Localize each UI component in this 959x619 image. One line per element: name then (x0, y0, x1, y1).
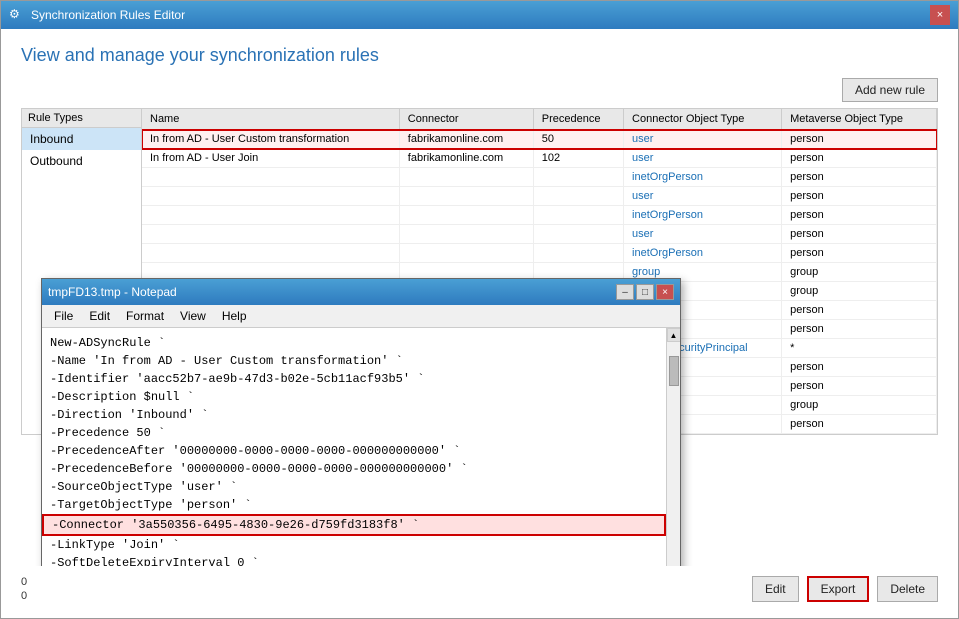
notepad-window: tmpFD13.tmp - Notepad – □ × File Edit Fo… (41, 278, 681, 566)
col-precedence: Precedence (533, 109, 623, 130)
zero-label-2: 0 (21, 590, 27, 602)
notepad-menu-view[interactable]: View (172, 307, 214, 325)
cell-2: 50 (533, 130, 623, 149)
cell-1 (399, 225, 533, 244)
notepad-scrollbar: ▲ ▼ (666, 328, 680, 566)
cell-3: user (624, 149, 782, 168)
main-area: Rule Types Inbound Outbound Name (21, 108, 938, 566)
cell-2 (533, 225, 623, 244)
cell-1 (399, 206, 533, 225)
notepad-menu-format[interactable]: Format (118, 307, 172, 325)
cell-3: inetOrgPerson (624, 206, 782, 225)
cell-0 (142, 187, 399, 206)
cell-1 (399, 187, 533, 206)
delete-button[interactable]: Delete (877, 576, 938, 602)
notepad-menu-edit[interactable]: Edit (81, 307, 118, 325)
cell-2 (533, 206, 623, 225)
table-row[interactable]: In from AD - User Joinfabrikamonline.com… (142, 149, 937, 168)
cell-4: person (782, 225, 937, 244)
scroll-up-button[interactable]: ▲ (667, 328, 681, 342)
cell-2 (533, 244, 623, 263)
cell-4: person (782, 358, 937, 377)
cell-4: person (782, 187, 937, 206)
table-row[interactable]: userperson (142, 187, 937, 206)
cell-2 (533, 187, 623, 206)
app-icon: ⚙ (9, 7, 25, 23)
notepad-text-area[interactable]: New-ADSyncRule `-Name 'In from AD - User… (42, 328, 666, 566)
table-row[interactable]: inetOrgPersonperson (142, 206, 937, 225)
cell-2: 102 (533, 149, 623, 168)
cell-3: inetOrgPerson (624, 244, 782, 263)
notepad-menu-help[interactable]: Help (214, 307, 255, 325)
cell-4: group (782, 263, 937, 282)
content-area: View and manage your synchronization rul… (1, 29, 958, 618)
rule-types-header: Rule Types (22, 109, 141, 128)
window-title: Synchronization Rules Editor (31, 8, 185, 22)
cell-1: fabrikamonline.com (399, 130, 533, 149)
cell-3: user (624, 130, 782, 149)
title-bar-left: ⚙ Synchronization Rules Editor (9, 7, 185, 23)
sidebar-item-inbound[interactable]: Inbound (22, 128, 141, 150)
notepad-menu-file[interactable]: File (46, 307, 81, 325)
cell-1: fabrikamonline.com (399, 149, 533, 168)
add-new-rule-button[interactable]: Add new rule (842, 78, 938, 102)
notepad-content: New-ADSyncRule `-Name 'In from AD - User… (42, 328, 680, 566)
close-button[interactable]: × (930, 5, 950, 25)
toolbar-row: Add new rule (21, 78, 938, 102)
export-button[interactable]: Export (807, 576, 870, 602)
cell-0 (142, 168, 399, 187)
page-heading: View and manage your synchronization rul… (21, 45, 938, 66)
title-bar: ⚙ Synchronization Rules Editor × (1, 1, 958, 29)
cell-0: In from AD - User Join (142, 149, 399, 168)
col-connector-object-type: Connector Object Type (624, 109, 782, 130)
cell-4: person (782, 130, 937, 149)
zero-labels: 0 0 (21, 574, 27, 602)
cell-4: person (782, 301, 937, 320)
notepad-maximize-button[interactable]: □ (636, 284, 654, 300)
cell-0 (142, 244, 399, 263)
notepad-title-text: tmpFD13.tmp - Notepad (48, 285, 177, 299)
table-row[interactable]: inetOrgPersonperson (142, 168, 937, 187)
cell-4: person (782, 377, 937, 396)
table-row[interactable]: userperson (142, 225, 937, 244)
cell-4: group (782, 282, 937, 301)
notepad-title-bar: tmpFD13.tmp - Notepad – □ × (42, 279, 680, 305)
cell-0 (142, 225, 399, 244)
table-row[interactable]: In from AD - User Custom transformationf… (142, 130, 937, 149)
cell-4: person (782, 320, 937, 339)
notepad-minimize-button[interactable]: – (616, 284, 634, 300)
cell-3: inetOrgPerson (624, 168, 782, 187)
cell-4: person (782, 415, 937, 434)
bottom-buttons: Edit Export Delete (752, 576, 938, 602)
cell-4: group (782, 396, 937, 415)
cell-0: In from AD - User Custom transformation (142, 130, 399, 149)
col-name: Name (142, 109, 399, 130)
notepad-win-buttons: – □ × (616, 284, 674, 300)
col-metaverse-object-type: Metaverse Object Type (782, 109, 937, 130)
cell-3: user (624, 225, 782, 244)
notepad-close-button[interactable]: × (656, 284, 674, 300)
cell-4: person (782, 168, 937, 187)
edit-button[interactable]: Edit (752, 576, 799, 602)
notepad-menu: File Edit Format View Help (42, 305, 680, 328)
table-row[interactable]: inetOrgPersonperson (142, 244, 937, 263)
col-connector: Connector (399, 109, 533, 130)
zero-label-1: 0 (21, 576, 27, 588)
cell-4: person (782, 244, 937, 263)
cell-4: * (782, 339, 937, 358)
bottom-area: 0 0 Edit Export Delete (21, 570, 938, 602)
main-window: ⚙ Synchronization Rules Editor × View an… (0, 0, 959, 619)
cell-2 (533, 168, 623, 187)
cell-3: user (624, 187, 782, 206)
cell-4: person (782, 206, 937, 225)
sidebar-item-outbound[interactable]: Outbound (22, 150, 141, 172)
scrollbar-thumb[interactable] (669, 356, 679, 386)
cell-1 (399, 244, 533, 263)
cell-4: person (782, 149, 937, 168)
cell-0 (142, 206, 399, 225)
cell-1 (399, 168, 533, 187)
